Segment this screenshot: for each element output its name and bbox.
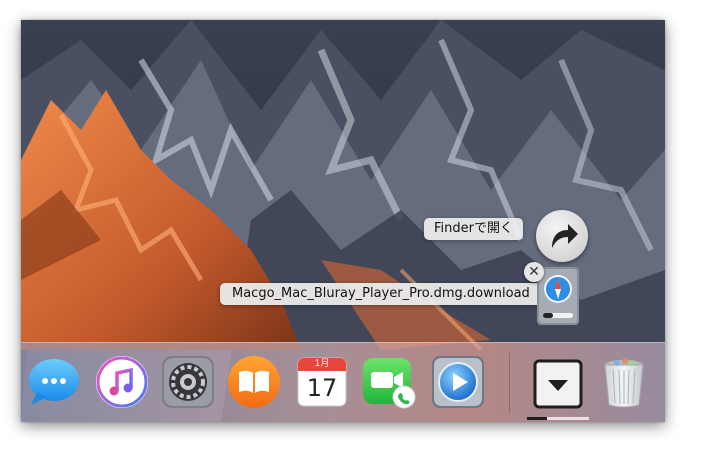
dock-item-ibooks[interactable]: [225, 353, 283, 411]
dock-item-calendar[interactable]: 1月 17: [293, 353, 351, 411]
dock-item-system-preferences[interactable]: [159, 353, 217, 411]
itunes-icon: [96, 356, 148, 408]
play-disc-icon: [432, 356, 484, 408]
calendar-day: 17: [306, 374, 338, 402]
dock-item-facetime[interactable]: [359, 353, 417, 411]
dock-separator: [509, 353, 510, 413]
desktop-screenshot: Finderで開く Macgo_Mac_Bluray_Player_Pro.dm…: [21, 20, 665, 422]
curved-arrow-icon: [552, 224, 578, 248]
dock-item-itunes[interactable]: [93, 353, 151, 411]
dock: 1月 17: [21, 342, 665, 422]
dock-item-downloads[interactable]: [527, 353, 589, 420]
dock-item-trash[interactable]: [595, 353, 653, 411]
download-progress-bar: [527, 417, 589, 420]
messages-icon: [29, 359, 79, 405]
open-in-finder-button[interactable]: [536, 210, 588, 262]
open-in-finder-tooltip: Finderで開く: [424, 218, 523, 240]
gear-icon: [162, 356, 214, 408]
download-progress-fill: [527, 417, 547, 420]
dock-item-messages[interactable]: [25, 353, 83, 411]
dock-item-macgo-player[interactable]: [429, 353, 487, 411]
close-icon: ✕: [528, 264, 540, 280]
book-icon: [228, 356, 280, 408]
trash-icon: [604, 358, 644, 408]
facetime-icon: [363, 358, 416, 409]
downloading-file-tooltip: Macgo_Mac_Bluray_Player_Pro.dmg.download: [220, 283, 542, 305]
calendar-month: 1月: [314, 359, 330, 369]
remove-download-button[interactable]: ✕: [524, 262, 544, 282]
download-arrow-icon: [533, 359, 583, 409]
